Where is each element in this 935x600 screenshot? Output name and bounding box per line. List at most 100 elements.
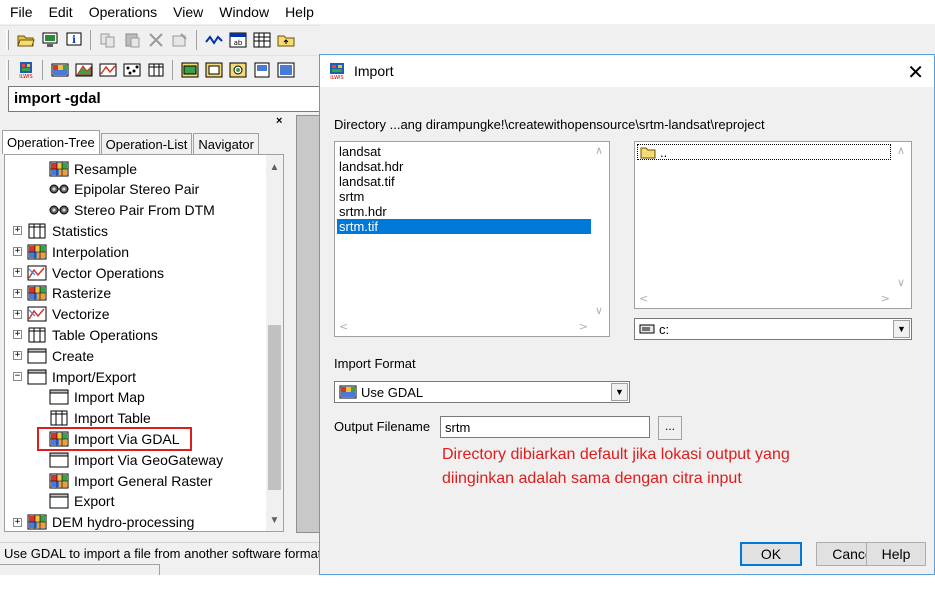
toolbar-grip[interactable]: [6, 59, 9, 80]
chevron-right-icon[interactable]: >: [881, 292, 890, 305]
paste-icon[interactable]: [121, 29, 142, 50]
chevron-down-icon[interactable]: ∨: [897, 276, 905, 289]
folder-up-icon[interactable]: [275, 29, 296, 50]
tree-item[interactable]: Stereo Pair From DTM: [49, 200, 215, 221]
file-list-vertical-scrollbar[interactable]: ∧ ∨: [592, 142, 609, 319]
tree-item[interactable]: Resample: [49, 158, 137, 179]
scroll-down-icon[interactable]: ▼: [266, 512, 283, 529]
menu-edit[interactable]: Edit: [41, 4, 81, 20]
browse-button[interactable]: ...: [658, 416, 682, 440]
point-map-icon[interactable]: [121, 59, 142, 80]
tree-item-label: Import Via GeoGateway: [74, 451, 224, 468]
properties-icon[interactable]: [169, 29, 190, 50]
raster-map-icon[interactable]: [49, 59, 70, 80]
tab-navigator[interactable]: Navigator: [193, 133, 259, 154]
toolbar-grip[interactable]: [6, 29, 9, 50]
expand-icon[interactable]: +: [13, 288, 22, 298]
map-view-icon[interactable]: [227, 59, 248, 80]
chevron-up-icon[interactable]: ∧: [897, 144, 905, 157]
tree-item[interactable]: + Rasterize: [13, 283, 111, 304]
file-list-item[interactable]: srtm: [337, 189, 364, 204]
chevron-right-icon[interactable]: >: [579, 320, 588, 333]
map-list-icon[interactable]: [179, 59, 200, 80]
expand-icon[interactable]: +: [13, 517, 22, 527]
line-graph-icon[interactable]: [203, 29, 224, 50]
file-list-item[interactable]: srtm.hdr: [337, 204, 387, 219]
collapse-icon[interactable]: −: [13, 372, 22, 381]
tree-item[interactable]: Epipolar Stereo Pair: [49, 179, 199, 200]
drive-select[interactable]: c: ▼: [634, 318, 912, 340]
help-button[interactable]: Help: [866, 542, 926, 566]
raster-grid-icon: [49, 161, 69, 177]
tab-operation-tree[interactable]: Operation-Tree: [2, 130, 100, 154]
ilwis-logo-icon[interactable]: ILWIS: [15, 59, 36, 80]
segment-map-icon[interactable]: [97, 59, 118, 80]
dialog-titlebar[interactable]: ILWIS Import ✕: [320, 55, 934, 87]
tree-item[interactable]: Import Map: [49, 387, 145, 408]
menu-view[interactable]: View: [165, 4, 211, 20]
dropdown-arrow-icon[interactable]: ▼: [893, 320, 910, 338]
chevron-down-icon[interactable]: ∨: [595, 304, 603, 317]
directory-list[interactable]: .. ∧ ∨ < >: [634, 141, 912, 309]
tree-item[interactable]: + Create: [13, 345, 94, 366]
directory-list-horizontal-scrollbar[interactable]: < >: [635, 291, 894, 308]
object-collection-icon[interactable]: [203, 59, 224, 80]
chevron-left-icon[interactable]: <: [339, 320, 348, 333]
georeference-icon[interactable]: [275, 59, 296, 80]
file-list-item[interactable]: landsat.hdr: [337, 159, 403, 174]
polygon-map-icon[interactable]: [73, 59, 94, 80]
expand-icon[interactable]: +: [13, 268, 22, 277]
menu-operations[interactable]: Operations: [81, 4, 165, 20]
chevron-up-icon[interactable]: ∧: [595, 144, 603, 157]
dropdown-arrow-icon[interactable]: ▼: [611, 383, 628, 401]
table-view-icon[interactable]: [251, 29, 272, 50]
ok-button[interactable]: OK: [740, 542, 802, 566]
expand-icon[interactable]: +: [13, 351, 22, 361]
tree-item[interactable]: + Vector Operations: [13, 262, 164, 283]
chevron-left-icon[interactable]: <: [639, 292, 648, 305]
file-list-item[interactable]: landsat: [337, 144, 381, 159]
toolbar-separator: [90, 29, 91, 50]
tree-item[interactable]: Import Via GeoGateway: [49, 449, 223, 470]
scrollbar-thumb[interactable]: [268, 325, 281, 490]
tree-item[interactable]: − Import/Export: [13, 366, 136, 387]
monitor-icon[interactable]: [39, 29, 60, 50]
file-list-item[interactable]: srtm.tif: [337, 219, 591, 234]
tree-item[interactable]: + Table Operations: [13, 324, 158, 345]
scroll-up-icon[interactable]: ▲: [266, 159, 283, 176]
menu-help[interactable]: Help: [277, 4, 322, 20]
close-icon[interactable]: ✕: [907, 60, 924, 84]
tab-operation-list[interactable]: Operation-List: [100, 133, 193, 154]
tree-item[interactable]: + Statistics: [13, 220, 108, 241]
table-icon[interactable]: [145, 59, 166, 80]
info-icon[interactable]: i: [63, 29, 84, 50]
expand-icon[interactable]: +: [13, 309, 22, 319]
file-list-item[interactable]: landsat.tif: [337, 174, 395, 189]
tree-item[interactable]: + Vectorize: [13, 304, 110, 325]
open-folder-icon[interactable]: [15, 29, 36, 50]
tree-item-label: Table Operations: [52, 326, 158, 343]
tree-vertical-scrollbar[interactable]: ▲ ▼: [266, 155, 283, 531]
layout-icon[interactable]: [251, 59, 272, 80]
ab-icon[interactable]: ab: [227, 29, 248, 50]
panel-close-icon[interactable]: ×: [276, 115, 282, 127]
expand-icon[interactable]: +: [13, 226, 22, 236]
file-list[interactable]: ∧ ∨ < > landsat landsat.hdr landsat.tif srt…: [334, 141, 610, 337]
import-format-select[interactable]: Use GDAL ▼: [334, 381, 630, 403]
output-filename-input[interactable]: srtm: [440, 416, 650, 438]
list-item[interactable]: ..: [637, 144, 891, 160]
tree-item[interactable]: Export: [49, 491, 114, 512]
file-list-horizontal-scrollbar[interactable]: < >: [335, 319, 592, 336]
expand-icon[interactable]: +: [13, 330, 22, 340]
copy-icon[interactable]: [97, 29, 118, 50]
tree-item[interactable]: Import General Raster: [49, 470, 213, 491]
delete-icon[interactable]: [145, 29, 166, 50]
command-line-input[interactable]: import -gdal: [8, 86, 320, 112]
menu-file[interactable]: File: [2, 4, 41, 20]
directory-list-vertical-scrollbar[interactable]: ∧ ∨: [894, 142, 911, 291]
menu-window[interactable]: Window: [211, 4, 277, 20]
tree-item[interactable]: + DEM hydro-processing: [13, 512, 194, 531]
expand-icon[interactable]: +: [13, 247, 22, 257]
tree-item[interactable]: Import Table: [49, 408, 151, 429]
tree-item[interactable]: + Interpolation: [13, 241, 129, 262]
